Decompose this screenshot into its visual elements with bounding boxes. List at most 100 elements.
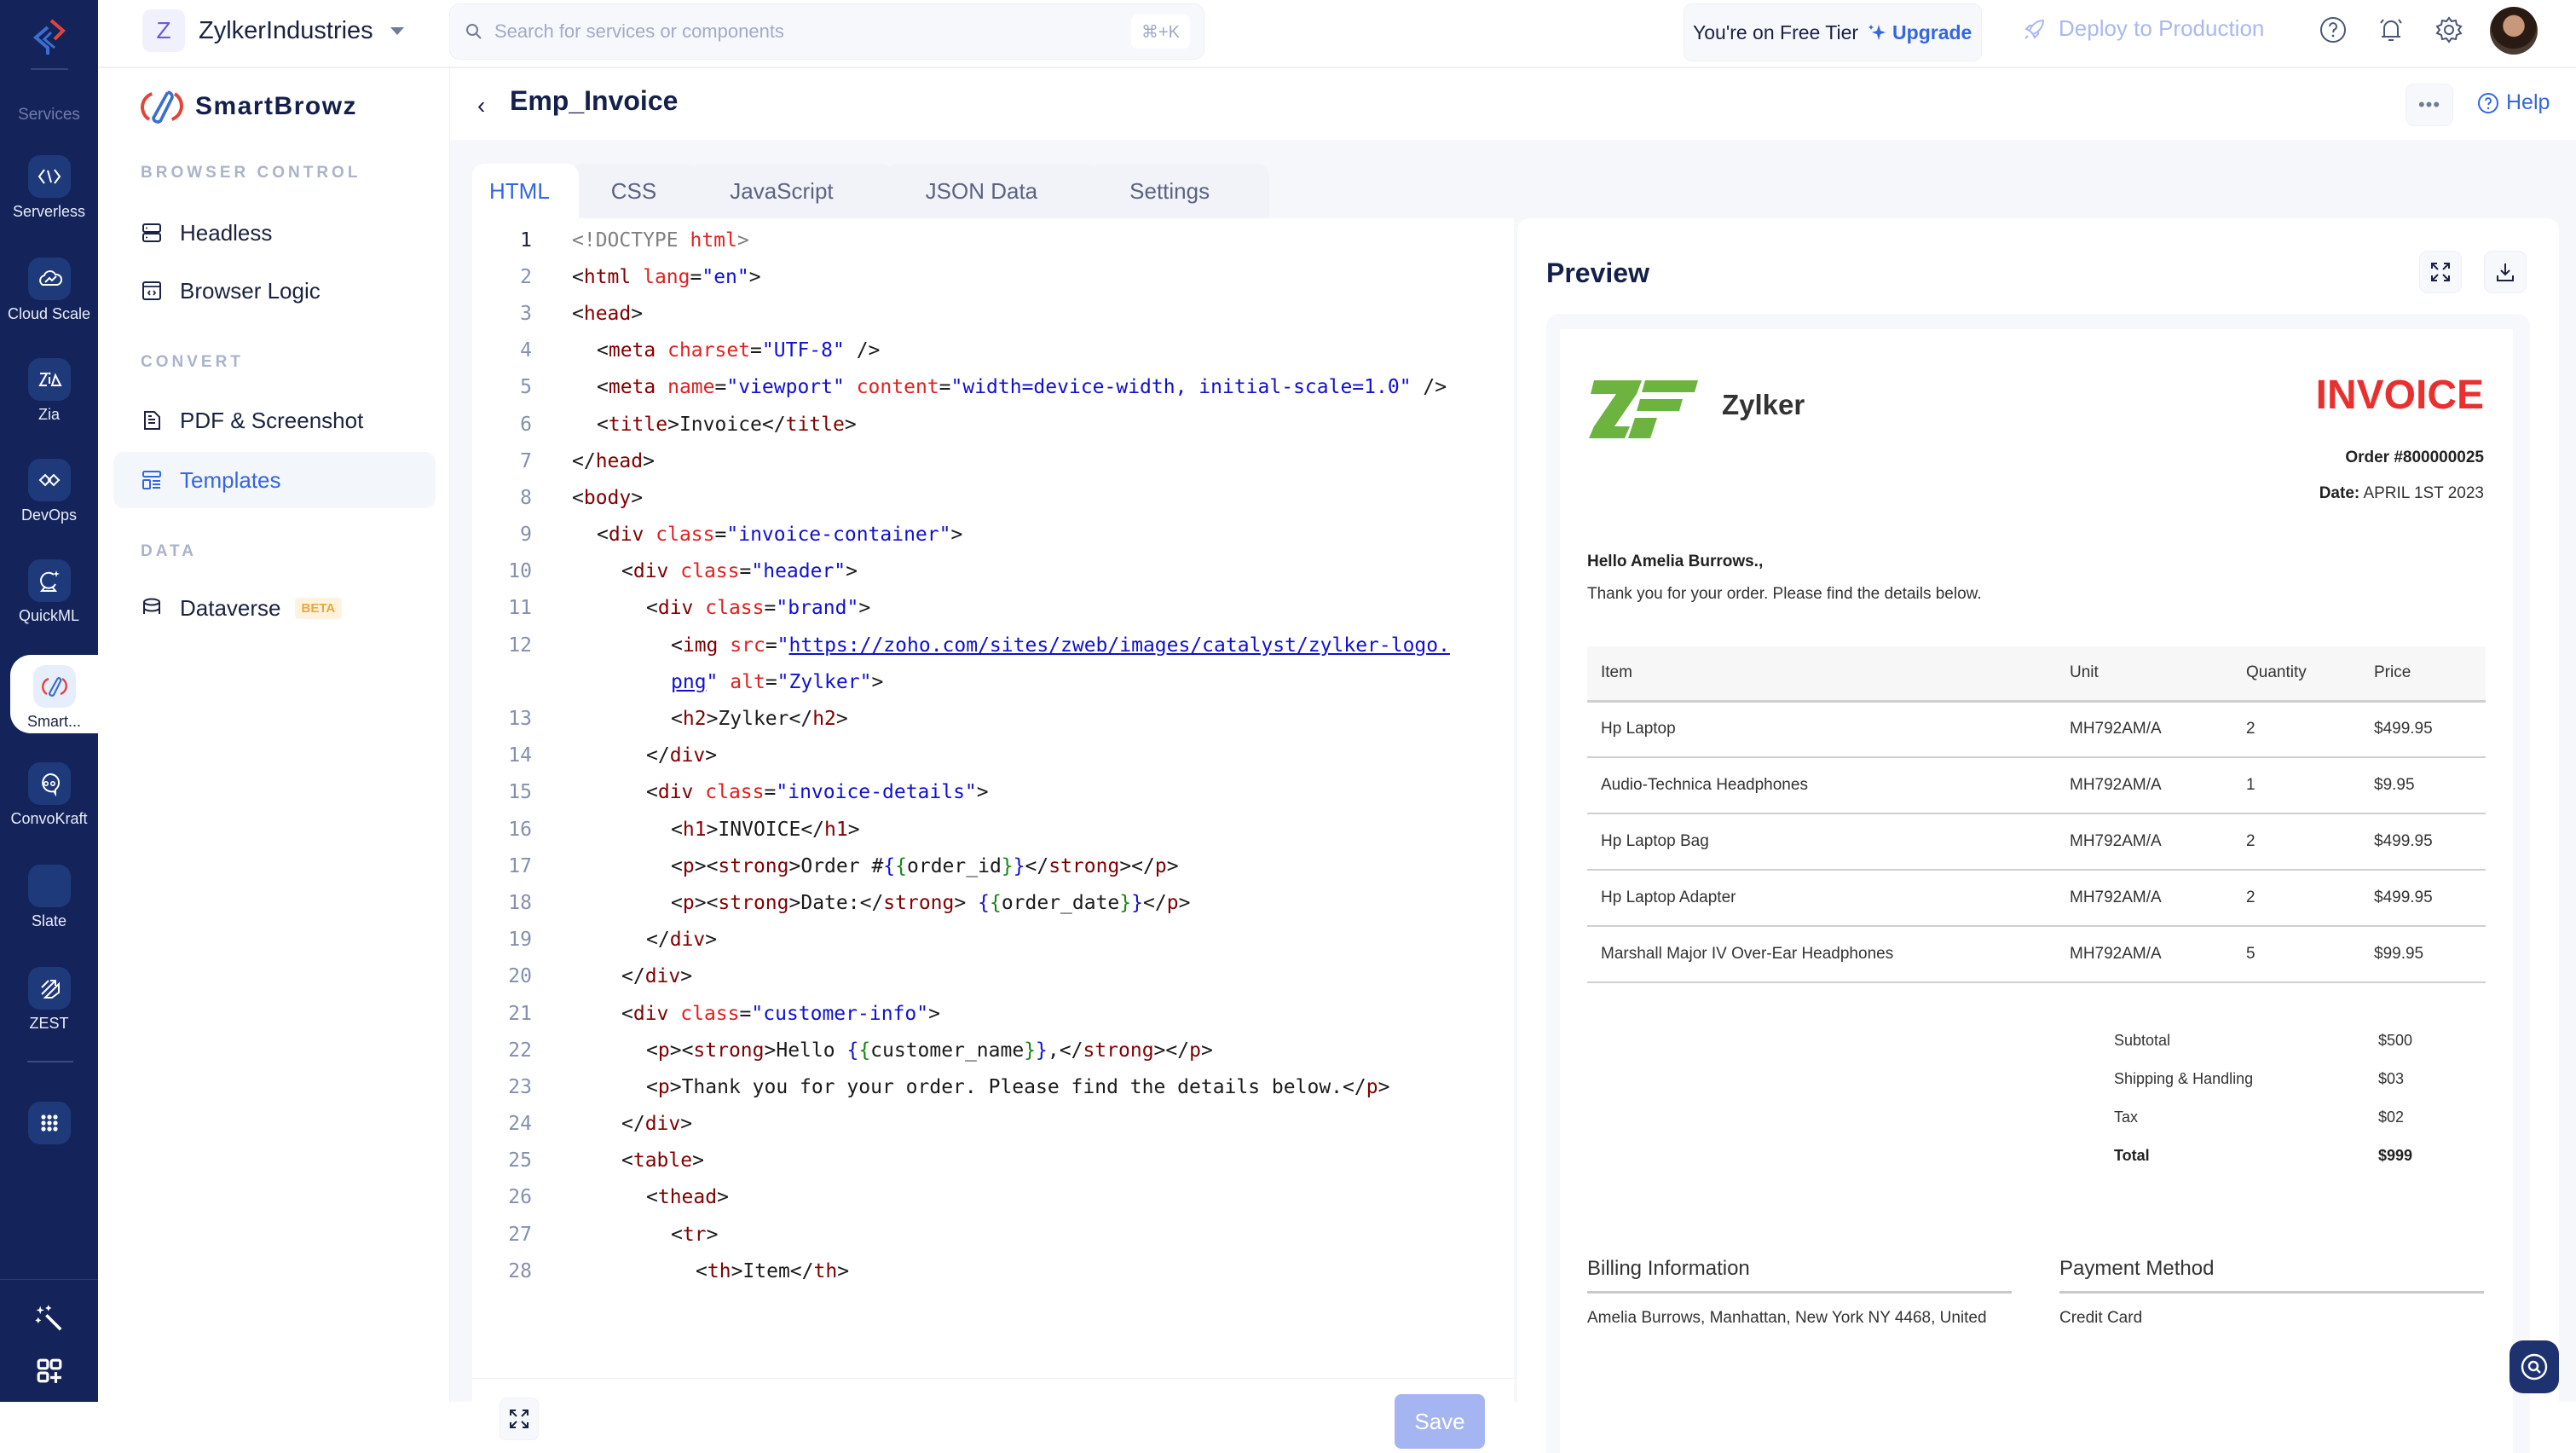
code-token: = [764,781,777,804]
search-bar[interactable]: ⌘+K [449,3,1204,60]
save-button[interactable]: Save [1395,1394,1485,1449]
code-line[interactable]: 26 <thead> [472,1179,1514,1216]
code-line[interactable]: 4 <meta charset="UTF-8" /> [472,333,1514,369]
help-circle-icon[interactable] [2318,14,2348,45]
code-line[interactable]: 5 <meta name="viewport" content="width=de… [472,369,1514,406]
code-line[interactable]: 12 <img src="https://zoho.com/sites/zweb/… [472,627,1514,663]
code-line[interactable]: 21 <div class="customer-info"> [472,995,1514,1032]
code-line[interactable]: 18 <p><strong>Date:</strong> {{order_date… [472,884,1514,921]
rail-item-convokraft[interactable]: ConvoKraft [0,762,98,828]
code-line[interactable]: 6 <title>Invoice</title> [472,406,1514,443]
rail-item-serverless[interactable]: Serverless [0,155,98,221]
code-line[interactable]: 19 </div> [472,922,1514,958]
code-token: < [646,597,658,620]
rail-item-devops[interactable]: DevOps [0,459,98,524]
code-line[interactable]: 15 <div class="invoice-details"> [472,774,1514,811]
code-token: > [706,1223,719,1246]
code-token: >Zylker</ [706,708,813,731]
code-line[interactable]: 1 <!DOCTYPE html> [472,222,1514,258]
code-token: p [1366,1075,1378,1098]
code-line[interactable]: 7 </head> [472,443,1514,479]
zylker-logo-icon [1589,380,1698,438]
tab-html[interactable]: HTML [472,164,579,218]
assistant-button[interactable] [2510,1340,2559,1393]
code-area[interactable]: 1 <!DOCTYPE html> 2 <html lang="en"> 3 <head>… [472,222,1514,1291]
rail-item-zest[interactable]: ZEST [0,967,98,1033]
sidebar-item-browser-logic[interactable]: Browser Logic [113,263,436,319]
rail-item-label: Slate [31,912,67,929]
gear-icon[interactable] [2434,14,2464,45]
rail-item-zia[interactable]: Zia [0,358,98,424]
sidebar-item-label: Browser Logic [180,277,321,304]
line-number: 9 [520,524,532,547]
code-editor[interactable]: 1 <!DOCTYPE html> 2 <html lang="en"> 3 <head>… [472,218,1514,1453]
code-token: class [680,560,740,583]
code-token: ></ [1153,1039,1190,1062]
code-token: < [671,891,683,914]
org-switcher[interactable]: Z ZylkerIndustries [142,9,404,52]
code-line[interactable]: 16 <h1>INVOICE</h1> [472,811,1514,848]
code-line[interactable]: 3 <head> [472,295,1514,332]
upgrade-button[interactable]: Upgrade [1867,21,1972,44]
code-line[interactable]: 8 <body> [472,479,1514,516]
code-line[interactable]: 28 <th>Item</th> [472,1253,1514,1289]
date-value: APRIL 1ST 2023 [2363,484,2484,502]
all-services-button[interactable] [0,1102,98,1149]
back-chevron-icon[interactable]: ‹ [477,92,485,119]
code-token: { [895,854,908,877]
rail-item-cloud-scale[interactable]: Cloud Scale [0,258,98,323]
code-line[interactable]: 22 <p><strong>Hello {{customer_name}},</s… [472,1032,1514,1068]
code-token: h1 [682,818,707,841]
tab-json-data[interactable]: JSON Data [884,164,1098,218]
server-icon [142,223,161,242]
editor-fullscreen-button[interactable] [500,1398,539,1440]
code-token: </ [646,744,670,767]
code-line[interactable]: 17 <p><strong>Order #{{order_id}}</strong… [472,848,1514,884]
tab-javascript[interactable]: JavaScript [689,164,893,218]
code-line[interactable]: 11 <div class="brand"> [472,590,1514,627]
user-avatar[interactable] [2490,7,2538,55]
code-line[interactable]: 13 <h2>Zylker</h2> [472,700,1514,737]
rail-item-smartbrowz[interactable]: Smart... [10,655,98,733]
code-line[interactable]: 2 <html lang="en"> [472,258,1514,295]
code-token[interactable]: https://zoho.com/sites/zweb/images/catal… [789,634,1450,657]
code-token: p [657,1039,670,1062]
magic-wand-icon[interactable] [34,1303,65,1334]
search-input[interactable] [494,20,1108,43]
code-line[interactable]: 10 <div class="header"> [472,553,1514,590]
code-text: <div class="invoice-container"> [532,524,962,546]
code-line[interactable]: 23 <p>Thank you for your order. Please fi… [472,1068,1514,1105]
download-button[interactable] [2484,251,2527,293]
tab-settings[interactable]: Settings [1089,164,1270,218]
cloud-scale-icon [38,270,62,286]
code-text: <div class="invoice-details"> [532,781,989,803]
code-line[interactable]: 27 <tr> [472,1216,1514,1253]
sidebar-item-dataverse[interactable]: Dataverse BETA [113,580,436,636]
code-line[interactable]: 14 </div> [472,738,1514,774]
add-widget-icon[interactable] [36,1357,63,1385]
more-options-button[interactable]: ••• [2406,84,2453,126]
code-line[interactable]: 24 </div> [472,1106,1514,1143]
rail-item-slate[interactable]: Slate [0,865,98,930]
deploy-to-production-button[interactable]: Deploy to Production [2023,15,2264,42]
bell-icon[interactable] [2376,14,2406,45]
line-number: 15 [508,781,532,804]
preview-fullscreen-button[interactable] [2419,251,2462,293]
sidebar-item-templates[interactable]: Templates [113,452,436,508]
sidebar-item-pdf-screenshot[interactable]: PDF & Screenshot [113,392,436,449]
help-link[interactable]: Help [2477,90,2550,115]
code-line[interactable]: 9 <div class="invoice-container"> [472,517,1514,553]
code-token: strong [718,891,789,914]
code-line[interactable]: 20 </div> [472,958,1514,995]
line-number: 14 [508,744,532,767]
code-token: table [632,1149,693,1172]
code-token[interactable]: png [671,671,707,693]
tab-css[interactable]: CSS [569,164,698,218]
code-line[interactable]: 25 <table> [472,1143,1514,1179]
catalyst-logo-icon[interactable] [26,14,73,61]
code-line[interactable]: png" alt="Zylker"> [472,663,1514,700]
code-token: html [583,265,632,288]
sidebar-item-headless[interactable]: Headless [113,205,436,261]
rail-item-quickml[interactable]: QuickML [0,559,98,625]
